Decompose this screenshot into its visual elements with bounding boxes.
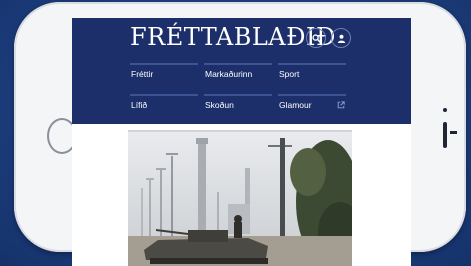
search-button[interactable]: [306, 28, 326, 48]
nav-item-label: Fréttir: [131, 69, 154, 79]
speaker-slot: [443, 122, 447, 148]
site-header: FRÉTTABLAÐIÐ Fréttir Markaðurinn Sport L…: [72, 18, 411, 124]
nav-item-label: Lífið: [131, 100, 148, 110]
user-icon: [337, 34, 345, 43]
article-card[interactable]: [128, 130, 352, 266]
nav-item-label: Glamour: [279, 100, 312, 110]
user-button[interactable]: [331, 28, 351, 48]
nav-item-skodun[interactable]: Skoðun: [204, 94, 272, 116]
nav-item-label: Skoðun: [205, 100, 234, 110]
nav-item-label: Markaðurinn: [205, 69, 253, 79]
nav-item-glamour[interactable]: Glamour: [278, 94, 346, 116]
article-photo[interactable]: [128, 132, 352, 266]
nav-item-markadurinn[interactable]: Markaðurinn: [204, 63, 272, 85]
site-logo[interactable]: FRÉTTABLAÐIÐ: [130, 23, 336, 51]
nav-item-lifid[interactable]: Lífið: [130, 94, 198, 116]
external-link-icon: [337, 101, 345, 109]
background: FRÉTTABLAÐIÐ Fréttir Markaðurinn Sport L…: [0, 0, 471, 266]
nav-item-frettir[interactable]: Fréttir: [130, 63, 198, 85]
sensor-mark: [450, 131, 457, 134]
camera-dot: [443, 108, 447, 112]
nav-item-sport[interactable]: Sport: [278, 63, 346, 85]
search-icon: [311, 33, 321, 43]
phone-screen: FRÉTTABLAÐIÐ Fréttir Markaðurinn Sport L…: [72, 18, 411, 266]
nav-item-label: Sport: [279, 69, 300, 79]
